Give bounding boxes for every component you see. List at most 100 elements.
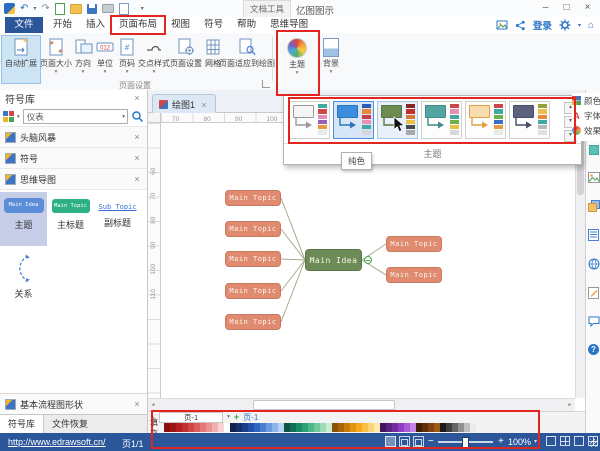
flowchart-section-close-icon[interactable]: × [132, 399, 142, 409]
ribbon-button[interactable]: 页面大小 ▾ [40, 36, 72, 83]
page-view-icon[interactable] [399, 436, 410, 447]
horizontal-scroll-track[interactable] [158, 399, 565, 411]
zoom-slider-thumb[interactable] [462, 437, 469, 449]
theme-thumbnail[interactable] [421, 101, 462, 139]
theme-thumbnail[interactable] [465, 101, 506, 139]
open-folder-icon[interactable] [69, 3, 82, 14]
document-tab[interactable]: 绘图1 × [152, 94, 217, 114]
menu-tab[interactable]: 开始 [46, 17, 79, 33]
redo-icon[interactable]: ↷ [41, 3, 49, 14]
ribbon-button[interactable]: # 页码 ▾ [116, 36, 138, 83]
background-button[interactable]: 背景 ▾ [317, 36, 345, 86]
flowchart-section-header[interactable]: 基本流程图形状 × [0, 393, 147, 414]
menu-tab[interactable]: 帮助 [230, 17, 263, 33]
magnifier-icon[interactable] [574, 436, 584, 446]
export-icon[interactable] [118, 2, 129, 15]
background-caret-icon[interactable]: ▾ [330, 69, 333, 75]
menu-tab[interactable]: 插入 [79, 17, 112, 33]
zoom-slider[interactable] [438, 437, 493, 449]
library-section-close-icon[interactable]: × [132, 132, 142, 142]
add-page-button[interactable]: + [234, 412, 239, 422]
page-tab[interactable]: 页-1 [159, 411, 224, 423]
menu-tab[interactable]: 符号 [197, 17, 230, 33]
font-option[interactable]: A 字体 ▾ [572, 108, 600, 123]
presentation-view-icon[interactable] [413, 436, 424, 447]
search-history-caret-icon[interactable]: ▾ [122, 114, 125, 120]
gear-caret-icon[interactable]: ▾ [578, 22, 581, 29]
qat-more-caret-icon[interactable]: ▾ [141, 5, 144, 12]
library-picker-icon[interactable] [3, 111, 14, 122]
login-button[interactable]: 登录 [533, 18, 552, 32]
symbol-main-idea[interactable]: Main Idea 主题 [0, 192, 47, 246]
fit-page-icon[interactable] [546, 436, 556, 446]
tab-file-recovery[interactable]: 文件恢复 [44, 415, 96, 433]
close-button[interactable]: × [577, 0, 598, 16]
normal-view-icon[interactable] [385, 436, 396, 447]
format-fill-icon[interactable] [588, 145, 599, 155]
mindmap-topic-node[interactable]: Main Topic [386, 267, 442, 283]
comment-icon[interactable] [588, 316, 600, 327]
mindmap-topic-node[interactable]: Main Topic [225, 190, 281, 206]
mindmap-topic-node[interactable]: Main Topic [225, 314, 281, 330]
zoom-in-button[interactable]: + [498, 436, 504, 447]
palette-swatch[interactable] [470, 423, 476, 432]
symbol-sub-topic[interactable]: Sub Topic 副标题 [94, 192, 141, 246]
library-section-header[interactable]: 头脑风暴 × [0, 126, 147, 148]
theme-thumbnail[interactable] [509, 101, 550, 139]
colors-option[interactable]: 颜色 ▾ [572, 93, 600, 108]
theme-thumbnail[interactable] [289, 101, 330, 139]
mindmap-topic-node[interactable]: Main Topic [225, 283, 281, 299]
multi-page-icon[interactable] [560, 436, 570, 446]
scroll-left-icon[interactable]: ◄ [148, 402, 158, 408]
new-document-icon[interactable] [54, 2, 65, 15]
library-section-header[interactable]: 思维导图 × [0, 168, 147, 190]
resize-grip[interactable] [590, 439, 598, 447]
symbol-relationship[interactable]: 关系 [0, 246, 47, 300]
share-icon[interactable] [515, 20, 526, 31]
globe-icon[interactable] [588, 258, 600, 270]
print-icon[interactable] [101, 4, 114, 13]
screenshot-icon[interactable] [496, 19, 508, 31]
home-icon[interactable]: ⌂ [588, 20, 594, 31]
theme-caret-icon[interactable]: ▾ [296, 70, 299, 76]
group-expander-icon[interactable] [262, 80, 270, 88]
edit-document-icon[interactable] [588, 287, 599, 299]
mindmap-topic-node[interactable]: Main Topic [386, 236, 442, 252]
help-icon[interactable]: ? [588, 344, 599, 355]
collapse-branch-icon[interactable] [364, 256, 372, 264]
symbol-search-input[interactable] [22, 109, 128, 124]
save-icon[interactable] [86, 3, 97, 14]
menu-tab[interactable]: 页面布局 [112, 17, 164, 33]
search-icon[interactable] [131, 110, 144, 123]
symbol-main-topic[interactable]: Main Topic 主标题 [47, 192, 94, 246]
ribbon-button[interactable]: 页面设置 [170, 36, 202, 83]
theme-button[interactable]: 主题 ▾ [277, 36, 317, 86]
layers-icon[interactable] [587, 200, 600, 212]
file-menu-button[interactable]: 文件 [5, 17, 43, 33]
ribbon-button[interactable]: 方向 ▾ [72, 36, 94, 83]
zoom-out-button[interactable]: − [428, 436, 434, 447]
ribbon-button[interactable]: 自动扩展 [2, 36, 40, 83]
picture-icon[interactable] [587, 172, 600, 183]
effects-option[interactable]: 效果 ▾ [572, 123, 600, 138]
library-section-close-icon[interactable]: × [132, 174, 142, 184]
notes-icon[interactable] [588, 229, 599, 241]
website-link[interactable]: http://www.edrawsoft.cn/ [8, 437, 106, 447]
scroll-right-icon[interactable]: ► [565, 402, 575, 408]
tab-symbol-library[interactable]: 符号库 [0, 415, 45, 433]
page-list-caret-icon[interactable]: ▾ [227, 414, 230, 420]
zoom-caret-icon[interactable]: ▾ [534, 438, 537, 445]
mindmap-center-node[interactable]: Main Idea [305, 249, 362, 271]
menu-tab[interactable]: 思维导图 [263, 17, 315, 33]
horizontal-scroll-thumb[interactable] [253, 400, 395, 410]
ribbon-button[interactable]: 交点样式 ▾ [138, 36, 170, 83]
mindmap-topic-node[interactable]: Main Topic [225, 221, 281, 237]
menu-tab[interactable]: 视图 [164, 17, 197, 33]
ribbon-button[interactable]: 页面适应到绘图 [219, 36, 275, 83]
library-section-header[interactable]: 符号 × [0, 147, 147, 169]
undo-caret-icon[interactable]: ▾ [33, 5, 36, 12]
horizontal-scrollbar[interactable]: ◄ ► [148, 398, 575, 411]
mindmap-topic-node[interactable]: Main Topic [225, 251, 281, 267]
minimize-button[interactable]: – [535, 0, 556, 16]
undo-icon[interactable]: ↶ [20, 3, 28, 14]
